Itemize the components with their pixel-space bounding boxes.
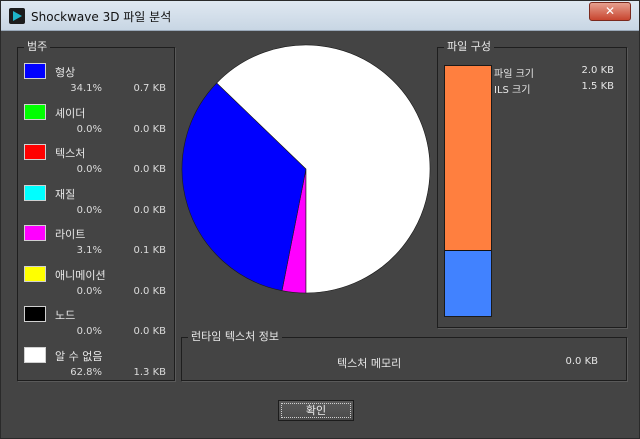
ils-size-label: ILS 크기 xyxy=(494,85,531,96)
window-title: Shockwave 3D 파일 분석 xyxy=(31,10,172,24)
legend-item-size: 0.0 KB xyxy=(133,123,167,135)
legend-swatch xyxy=(24,144,46,160)
file-composition-bar xyxy=(444,65,492,317)
legend-item: 라이트 3.1% 0.1 KB xyxy=(18,224,176,264)
legend-item-percent: 0.0% xyxy=(76,204,102,216)
legend-item: 노드 0.0% 0.0 KB xyxy=(18,305,176,345)
texture-memory-label: 텍스처 메모리 xyxy=(337,357,402,370)
legend-item-size: 0.1 KB xyxy=(133,245,167,256)
close-button[interactable]: ✕ xyxy=(589,2,631,21)
legend-swatch xyxy=(24,225,46,241)
legend-item-name: 텍스처 xyxy=(55,147,86,160)
file-size-bar-segment xyxy=(445,66,491,251)
legend-item-size: 0.0 KB xyxy=(133,204,167,216)
legend-swatch xyxy=(24,184,46,201)
legend-item: 애니메이션 0.0% 0.0 KB xyxy=(18,265,176,305)
runtime-texture-group: 런타임 텍스처 정보 텍스처 메모리 0.0 KB xyxy=(181,331,627,381)
legend-label: 범주 xyxy=(24,41,51,53)
legend-item: 텍스처 0.0% 0.0 KB xyxy=(18,143,176,183)
legend-item-name: 재질 xyxy=(55,187,76,201)
legend-item-percent: 34.1% xyxy=(70,83,102,94)
texture-memory-value: 0.0 KB xyxy=(565,356,599,367)
analysis-window: Shockwave 3D 파일 분석 ✕ 범주 형상 34.1% 0.7 KB 셰이더… xyxy=(0,0,640,439)
ils-size-bar-segment xyxy=(445,251,491,316)
ils-size-row: ILS 크기 1.5 KB xyxy=(494,81,614,96)
legend-item-size: 0.7 KB xyxy=(133,83,167,94)
legend-item-name: 노드 xyxy=(55,309,76,322)
legend-item: 형상 34.1% 0.7 KB xyxy=(18,62,176,102)
legend-item-percent: 62.8% xyxy=(70,366,102,378)
runtime-texture-label: 런타임 텍스처 정보 xyxy=(188,331,282,343)
legend-item: 재질 0.0% 0.0 KB xyxy=(18,184,176,224)
legend-item: 셰이더 0.0% 0.0 KB xyxy=(18,103,176,143)
legend-item-size: 0.0 KB xyxy=(133,164,167,175)
legend-item-percent: 0.0% xyxy=(76,164,102,175)
legend-swatch xyxy=(24,265,46,282)
legend-item: 알 수 없음 62.8% 1.3 KB xyxy=(18,346,176,386)
legend-item-size: 0.0 KB xyxy=(133,326,167,337)
file-size-label: 파일 크기 xyxy=(494,69,534,80)
legend-item-percent: 0.0% xyxy=(76,326,102,337)
legend-swatch xyxy=(24,63,46,79)
category-pie-chart xyxy=(181,44,431,294)
legend-item-percent: 0.0% xyxy=(76,285,102,297)
legend-item-size: 1.3 KB xyxy=(133,366,167,378)
legend-swatch xyxy=(24,346,46,363)
legend-item-percent: 3.1% xyxy=(76,245,102,256)
shockwave-app-icon xyxy=(9,8,25,24)
legend-swatch xyxy=(24,306,46,322)
dialog-client: 범주 형상 34.1% 0.7 KB 셰이더 0.0% 0.0 KB 텍스처 0.0% 0.0 … xyxy=(6,32,634,434)
legend-item-name: 셰이더 xyxy=(55,106,86,120)
file-composition-group: 파일 구성 파일 크기 2.0 KB ILS 크기 1.5 KB xyxy=(437,41,627,328)
legend-item-name: 알 수 없음 xyxy=(55,349,103,363)
title-bar: Shockwave 3D 파일 분석 ✕ xyxy=(1,1,639,31)
legend-item-name: 애니메이션 xyxy=(55,268,106,282)
legend-item-size: 0.0 KB xyxy=(133,285,167,297)
legend-item-name: 라이트 xyxy=(55,228,86,241)
legend-item-name: 형상 xyxy=(55,66,76,79)
file-composition-label: 파일 구성 xyxy=(444,41,494,53)
legend-group: 범주 형상 34.1% 0.7 KB 셰이더 0.0% 0.0 KB 텍스처 0.0% 0.0 … xyxy=(17,41,176,381)
ils-size-value: 1.5 KB xyxy=(581,81,615,92)
legend-item-percent: 0.0% xyxy=(76,123,102,135)
legend-swatch xyxy=(24,103,46,120)
file-size-row: 파일 크기 2.0 KB xyxy=(494,65,614,80)
ok-button[interactable]: 확인 xyxy=(278,400,354,421)
file-size-value: 2.0 KB xyxy=(581,65,615,76)
